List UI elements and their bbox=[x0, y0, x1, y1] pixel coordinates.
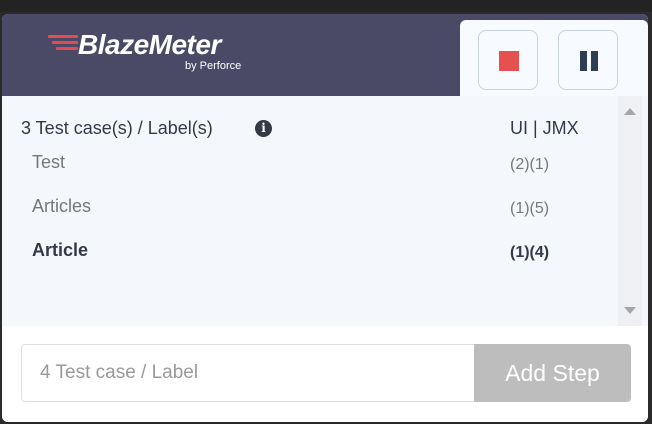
test-case-list: 3 Test case(s) / Label(s) i UI | JMX Tes… bbox=[2, 96, 648, 326]
list-item-counts: (1)(5) bbox=[510, 200, 550, 217]
logo-stripes-icon bbox=[46, 35, 80, 55]
list-item-label-active[interactable]: Article bbox=[32, 240, 88, 261]
list-item-counts-active: (1)(4) bbox=[510, 244, 550, 261]
recorder-panel: BlazeMeter by Perforce 3 Test case(s) / … bbox=[2, 14, 648, 422]
pause-icon-bar bbox=[591, 51, 598, 71]
add-step-button[interactable]: Add Step bbox=[474, 344, 631, 402]
list-title: 3 Test case(s) / Label(s) bbox=[21, 118, 213, 138]
pause-icon bbox=[580, 51, 587, 71]
columns-header: UI | JMX bbox=[510, 118, 579, 138]
step-name-input[interactable] bbox=[21, 344, 475, 402]
stop-icon bbox=[499, 51, 519, 71]
scroll-up-arrow-icon[interactable] bbox=[624, 108, 636, 115]
stop-button[interactable] bbox=[478, 30, 538, 90]
brand-tagline: by Perforce bbox=[185, 60, 242, 72]
list-item-label[interactable]: Test bbox=[32, 152, 65, 173]
scrollbar[interactable] bbox=[618, 96, 642, 326]
footer: Add Step bbox=[2, 326, 648, 422]
window-top-bar bbox=[0, 0, 652, 12]
info-icon[interactable]: i bbox=[255, 120, 272, 137]
pause-button[interactable] bbox=[558, 30, 618, 90]
header: BlazeMeter by Perforce bbox=[2, 14, 648, 98]
scroll-down-arrow-icon[interactable] bbox=[624, 307, 636, 314]
recording-controls bbox=[460, 20, 648, 98]
brand-logo: BlazeMeter by Perforce bbox=[46, 28, 266, 78]
list-item-counts: (2)(1) bbox=[510, 156, 550, 173]
brand-name: BlazeMeter bbox=[78, 29, 221, 60]
list-item-label[interactable]: Articles bbox=[32, 196, 91, 217]
